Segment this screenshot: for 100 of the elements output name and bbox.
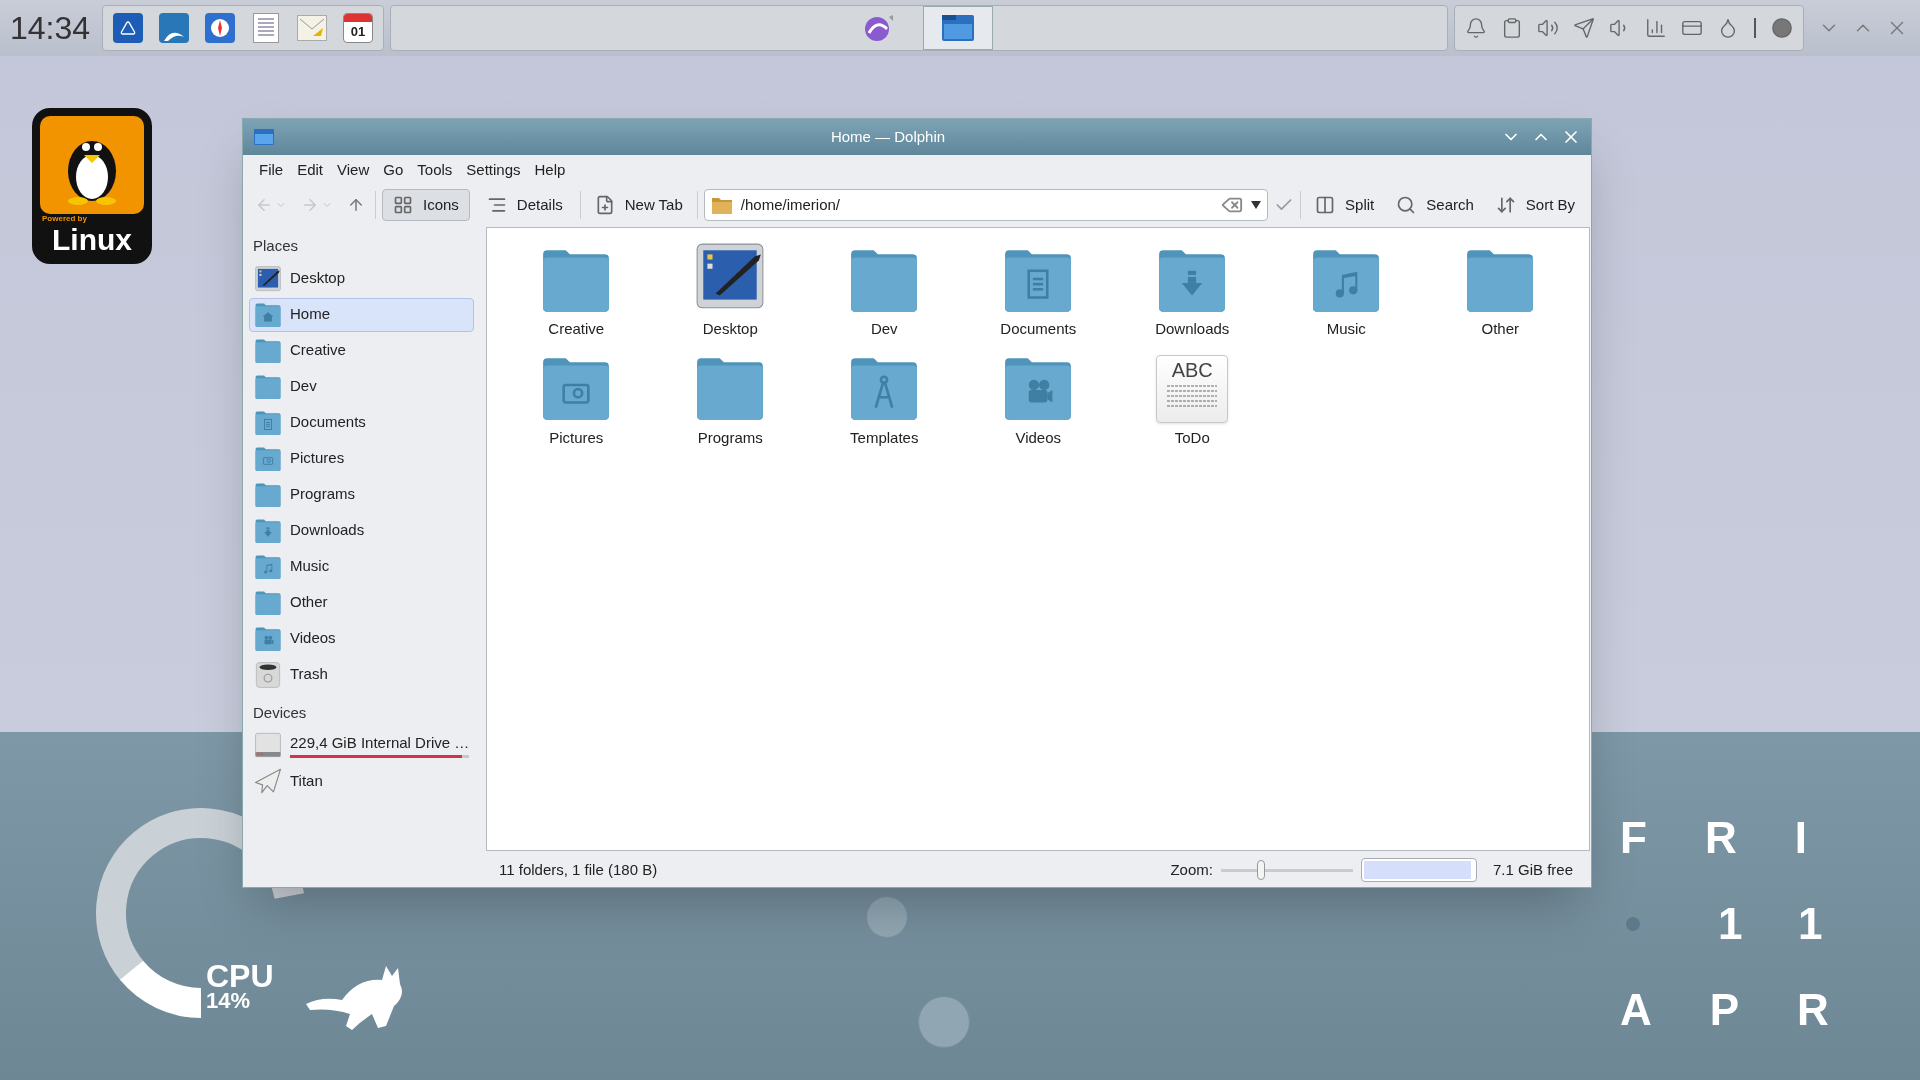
section-heading: Places xyxy=(252,236,300,256)
day-of-month: 11 xyxy=(1718,900,1881,948)
toolbar-button[interactable]: Split xyxy=(1307,189,1383,221)
places-item[interactable]: Downloads xyxy=(249,513,475,548)
icon-view-entry[interactable]: Creative xyxy=(499,240,654,341)
tray-button[interactable] xyxy=(1501,17,1523,39)
places-item[interactable]: Desktop xyxy=(249,261,475,296)
preview-text: ABC xyxy=(1171,357,1213,383)
menu-item[interactable]: Edit xyxy=(291,158,330,182)
clipboard-icon xyxy=(1501,17,1523,39)
tray-button[interactable] xyxy=(1465,17,1487,39)
toolbar-button[interactable]: Sort By xyxy=(1487,189,1583,221)
toolbar-button[interactable]: Search xyxy=(1388,189,1482,221)
task-button[interactable] xyxy=(923,6,994,50)
place-label: Other xyxy=(290,592,329,613)
sort-icon xyxy=(1495,195,1516,215)
place-label: Desktop xyxy=(290,268,347,289)
icon-view-entry[interactable]: Dev xyxy=(807,240,962,341)
places-item[interactable]: Dev xyxy=(249,369,475,404)
drive-icon xyxy=(254,731,282,759)
places-item[interactable]: Documents xyxy=(249,405,475,440)
calendar-date: 01 xyxy=(349,23,367,41)
cpu-reading: 14% xyxy=(206,990,252,1012)
place-label: 229,4 GiB Internal Drive … xyxy=(290,733,470,754)
icon-view-entry[interactable]: Templates xyxy=(807,348,962,449)
grid-icon xyxy=(393,195,413,215)
slider-handle[interactable] xyxy=(1256,860,1265,880)
folder-window-icon xyxy=(253,128,275,146)
menu-item[interactable]: Help xyxy=(528,158,572,182)
icon-view-entry[interactable]: Videos xyxy=(961,348,1116,449)
paper-plane-icon xyxy=(254,767,282,795)
menu-item[interactable]: View xyxy=(331,158,376,182)
icon-view-entry[interactable]: Documents xyxy=(961,240,1116,341)
folder-icon xyxy=(254,301,282,328)
vertical-bar-icon xyxy=(1753,17,1757,39)
list-icon xyxy=(486,195,507,215)
section-heading: Devices xyxy=(252,702,308,723)
text-lines-drawing xyxy=(1165,383,1220,410)
folder-window-icon xyxy=(941,14,976,42)
location-field[interactable]: /home/imerion/ xyxy=(703,189,1269,221)
folder-icon xyxy=(254,517,282,544)
menu-item[interactable]: Settings xyxy=(460,158,527,182)
new-tab-button[interactable]: New Tab xyxy=(586,189,691,221)
places-item[interactable]: Programs xyxy=(249,477,475,512)
place-label: Music xyxy=(290,556,331,577)
zoom-slider[interactable] xyxy=(1220,860,1353,880)
place-label: Titan xyxy=(290,770,324,791)
search-icon xyxy=(1396,195,1417,215)
places-item[interactable]: Pictures xyxy=(249,441,475,476)
menu-item[interactable]: File xyxy=(253,158,290,182)
window-title: Home — Dolphin xyxy=(829,126,947,147)
places-item[interactable]: Titan xyxy=(249,764,475,798)
icon-view-entry[interactable]: Music xyxy=(1269,240,1424,341)
folder-icon xyxy=(254,553,282,580)
menu-item[interactable]: Go xyxy=(377,158,410,182)
trash-icon xyxy=(254,660,282,689)
place-label: Documents xyxy=(290,412,367,433)
folder-icon xyxy=(254,589,282,616)
tray-button[interactable] xyxy=(1753,17,1757,39)
compass-icon xyxy=(209,17,232,39)
view-mode-button[interactable]: Icons xyxy=(382,189,470,221)
cpu-label: CPU xyxy=(206,962,274,990)
tray-button[interactable] xyxy=(1573,17,1595,39)
split-icon xyxy=(1315,195,1336,215)
place-label: Dev xyxy=(290,376,318,397)
desktop-icon xyxy=(254,264,282,293)
tray-button[interactable] xyxy=(1645,17,1667,39)
folder-icon xyxy=(254,409,282,436)
icon-view-entry[interactable]: ABC ToDo xyxy=(1115,348,1270,449)
place-label: Pictures xyxy=(290,448,346,469)
places-item[interactable]: Videos xyxy=(249,621,475,656)
free-space-text: 7.1 GiB free xyxy=(1491,859,1573,880)
places-item[interactable]: Home xyxy=(249,297,475,332)
clock: 14:34 xyxy=(9,9,92,48)
place-label: Downloads xyxy=(290,520,366,541)
icon-view-entry[interactable]: Pictures xyxy=(499,348,654,449)
places-item[interactable]: Trash xyxy=(249,657,475,692)
location-path: /home/imerion/ xyxy=(740,194,842,215)
places-item[interactable]: Other xyxy=(249,585,475,620)
places-item[interactable]: 229,4 GiB Internal Drive … xyxy=(249,728,475,762)
folder-icon xyxy=(254,481,282,508)
icon-view-entry[interactable]: Other xyxy=(1423,240,1578,341)
icon-view-entry[interactable]: Desktop xyxy=(653,240,808,341)
view-mode-button[interactable]: Details xyxy=(475,189,574,221)
place-label: Videos xyxy=(290,628,337,649)
calendar-launcher[interactable]: 01 xyxy=(335,8,382,48)
tray-button[interactable] xyxy=(1537,17,1559,39)
status-text: 11 folders, 1 file (180 B) xyxy=(499,859,659,880)
icon-view-entry[interactable]: Downloads xyxy=(1115,240,1270,341)
document-icon xyxy=(258,18,275,36)
menu-item[interactable]: Tools xyxy=(411,158,459,182)
tray-button[interactable] xyxy=(1771,17,1793,39)
icon-view-entry[interactable]: Programs xyxy=(653,348,808,449)
dropdown-button[interactable] xyxy=(1251,201,1262,209)
places-item[interactable]: Creative xyxy=(249,333,475,368)
places-item[interactable]: Music xyxy=(249,549,475,584)
paper-plane-icon xyxy=(1573,17,1595,39)
circle-icon xyxy=(1771,17,1793,39)
envelope-icon xyxy=(299,18,326,38)
folder-icon xyxy=(254,373,282,400)
